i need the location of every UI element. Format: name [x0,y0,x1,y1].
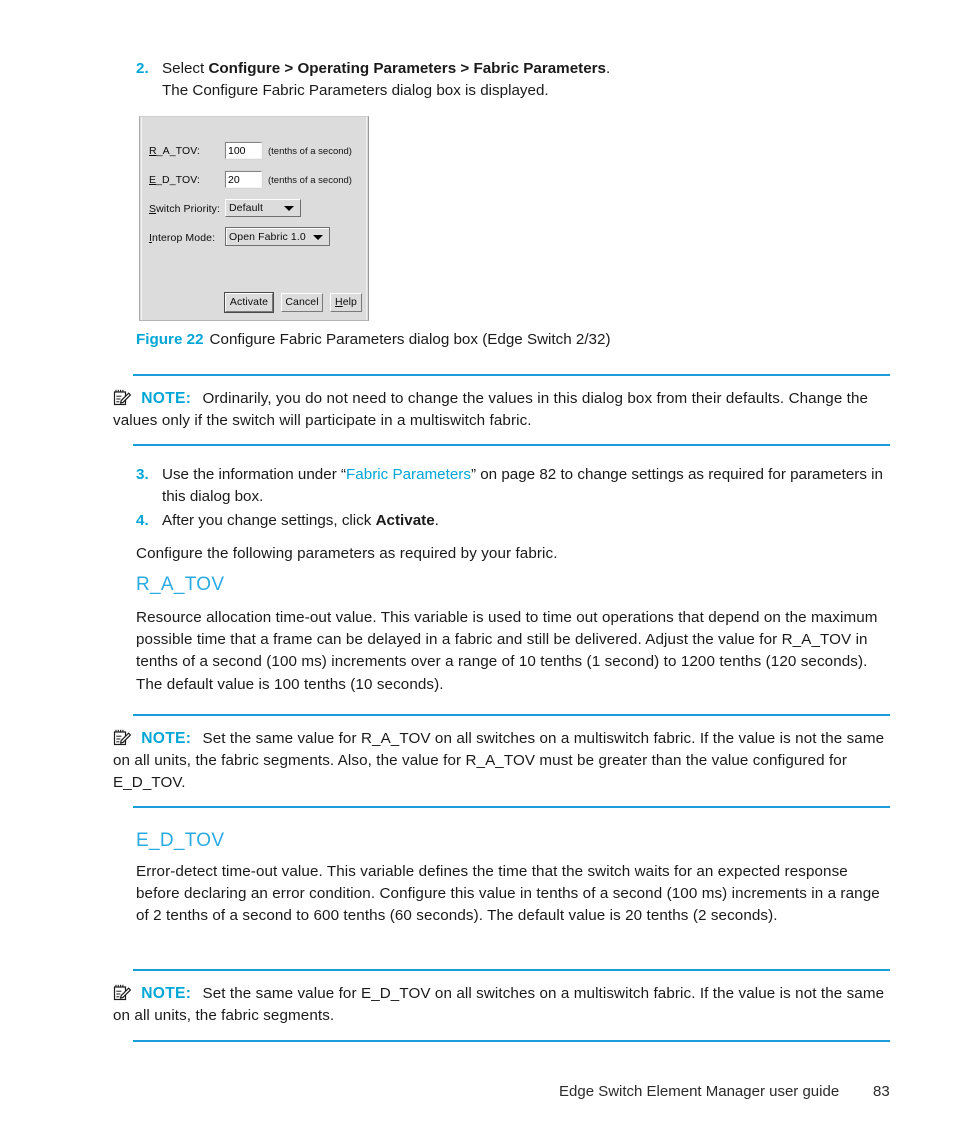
note-block-1: NOTE: Ordinarily, you do not need to cha… [113,388,893,432]
ra-tov-label: R_A_TOV: [149,145,200,157]
interop-mode-label: Interop Mode: [149,232,216,244]
step-3-body: Use the information under “Fabric Parame… [162,464,896,508]
cancel-button[interactable]: Cancel [281,293,323,312]
note-pencil-icon [113,729,132,746]
figure-caption: Figure 22 Configure Fabric Parameters dia… [136,330,611,350]
configure-fabric-parameters-dialog: R_A_TOV: (tenths of a second) E_D_TOV: (… [139,116,369,321]
step-2-line2: The Configure Fabric Parameters dialog b… [162,82,549,100]
interop-mode-value: Open Fabric 1.0 [229,230,306,243]
step-4-bold: Activate [375,512,435,529]
divider-note2-bottom [133,806,890,808]
note-pencil-icon [113,984,132,1001]
activate-button[interactable]: Activate [225,293,273,312]
dialog-field-row-ra-tov: R_A_TOV: [149,142,200,160]
switch-priority-label: Switch Priority: [149,203,221,215]
step-2: 2. Select Configure > Operating Paramete… [136,58,896,102]
step-2-body: Select Configure > Operating Parameters … [162,58,610,102]
intro-paragraph: Configure the following parameters as re… [136,545,558,562]
step-2-line1-prefix: Select [162,60,209,77]
step-2-line1-suffix: . [606,60,611,77]
divider-note1-bottom [133,444,890,446]
dialog-field-row-ed-tov: E_D_TOV: [149,171,200,189]
step-4-part1: After you change settings, click [162,512,376,529]
ed-tov-label: E_D_TOV: [149,174,200,186]
section-heading-ed-tov: E_D_TOV [136,830,225,851]
note-1-row: NOTE: Ordinarily, you do not need to cha… [113,388,893,432]
ra-tov-hint: (tenths of a second) [268,145,352,157]
note-block-3: NOTE: Set the same value for E_D_TOV on … [113,983,893,1027]
interop-mode-dropdown[interactable]: Open Fabric 1.0 [225,227,330,246]
chevron-down-icon [284,206,294,211]
chevron-down-icon [313,234,323,240]
ra-tov-input[interactable] [224,141,263,160]
figure-caption-text: Configure Fabric Parameters dialog box (… [209,331,611,348]
footer-title: Edge Switch Element Manager user guide [559,1083,840,1100]
interop-mode-label-row: Interop Mode: [149,229,215,247]
note-block-2: NOTE: Set the same value for R_A_TOV on … [113,728,893,795]
fabric-parameters-link[interactable]: Fabric Parameters [346,466,471,483]
switch-priority-label-row: Switch Priority: [149,200,220,218]
step-4-body: After you change settings, click Activat… [162,510,439,532]
help-button[interactable]: Help [330,293,362,312]
note-3-row: NOTE: Set the same value for E_D_TOV on … [113,983,893,1027]
step-2-menu-path: Configure > Operating Parameters > Fabri… [208,60,606,77]
divider-note3-top [133,969,890,971]
ed-tov-input[interactable] [224,170,263,189]
step-3-number: 3. [136,466,149,483]
step-4: 4. After you change settings, click Acti… [136,510,896,532]
note-3-label: NOTE: [141,985,192,1002]
ed-tov-hint: (tenths of a second) [268,174,352,186]
section-body-ed-tov: Error-detect time-out value. This variab… [136,863,880,925]
note-2-label: NOTE: [141,730,192,747]
note-1-text: Ordinarily, you do not need to change th… [113,390,869,430]
divider-note1-top [133,374,890,376]
note-3-text: Set the same value for E_D_TOV on all sw… [113,985,885,1025]
figure-label: Figure 22 [136,331,204,348]
note-2-text: Set the same value for R_A_TOV on all sw… [113,730,885,792]
switch-priority-dropdown[interactable]: Default [225,199,301,217]
step-2-number: 2. [136,60,149,77]
step-3: 3. Use the information under “Fabric Par… [136,464,896,508]
note-1-label: NOTE: [141,390,192,407]
footer-page-number: 83 [873,1083,890,1100]
note-2-row: NOTE: Set the same value for R_A_TOV on … [113,728,893,795]
step-4-part2: . [434,512,439,529]
step-3-part1: Use the information under “ [162,466,347,483]
section-body-ra-tov: Resource allocation time-out value. This… [136,609,878,693]
divider-note2-top [133,714,890,716]
divider-note3-bottom [133,1040,890,1042]
step-4-number: 4. [136,512,149,529]
section-heading-ra-tov: R_A_TOV [136,574,225,595]
switch-priority-value: Default [229,202,263,214]
note-pencil-icon [113,389,132,406]
document-page: 2. Select Configure > Operating Paramete… [0,0,954,1145]
